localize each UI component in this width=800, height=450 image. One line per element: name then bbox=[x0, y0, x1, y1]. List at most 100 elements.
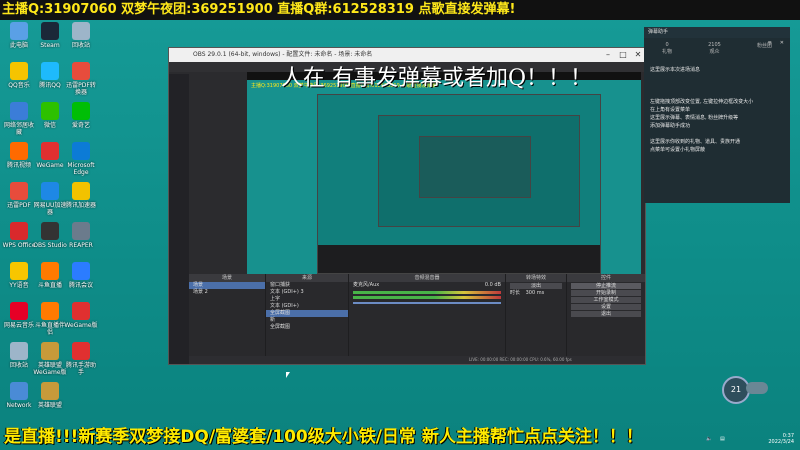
desktop-icon[interactable]: 迅雷PDF bbox=[2, 182, 36, 209]
desktop-icon[interactable]: 爱奇艺 bbox=[64, 102, 98, 129]
chat-helper[interactable]: 弹幕助手 ≡ ✕ 0 礼物 2105 观众 粉丝团 这里展示本次进场消息 左键拖拽顶… bbox=[644, 27, 790, 203]
transition-select[interactable]: 淡出 bbox=[510, 283, 562, 289]
app-icon bbox=[10, 262, 28, 280]
overlay-question: 人在 有事发弹幕或者加Q！！！ bbox=[281, 66, 593, 91]
desktop-icon-label: WPS Office bbox=[2, 242, 36, 249]
chat-message: 在上角有设置菜单 bbox=[650, 107, 691, 113]
duration-value[interactable]: 300 ms bbox=[522, 290, 545, 296]
desktop-icon[interactable]: WPS Office bbox=[2, 222, 36, 249]
desktop-icon-label: 微信 bbox=[43, 122, 56, 129]
chat-toolbar: ≡ ✕ bbox=[768, 40, 784, 46]
desktop-icon[interactable]: 腾讯加速器 bbox=[64, 182, 98, 209]
obs-window[interactable]: OBS 29.0.1 (64-bit, windows) - 配置文件: 未命名… bbox=[168, 47, 646, 365]
desktop-icon[interactable]: 回收站 bbox=[2, 342, 36, 369]
desktop-icon[interactable]: 斗鱼直播伴侣 bbox=[33, 302, 67, 336]
studio-mode-button[interactable]: 工作室模式 bbox=[571, 297, 641, 303]
mixer-channel-name: 麦克风/Aux bbox=[353, 282, 380, 288]
desktop-icon[interactable]: 微信 bbox=[33, 102, 67, 129]
desktop-icon-label: 斗鱼直播伴侣 bbox=[34, 322, 65, 336]
source-item[interactable]: 文本 (GDI+) 3 bbox=[266, 289, 348, 296]
desktop-icon-label: 腾讯视频 bbox=[6, 162, 31, 169]
start-recording-button[interactable]: 开始录制 bbox=[571, 290, 641, 296]
stop-streaming-button[interactable]: 停止推流 bbox=[571, 283, 641, 289]
controls-dock: 控件 停止推流 开始录制 工作室模式 设置 退出 bbox=[567, 274, 645, 356]
desktop-icon-label: REAPER bbox=[69, 242, 93, 249]
desktop-icon[interactable]: WeGame版 bbox=[64, 302, 98, 329]
nested-capture-1 bbox=[317, 94, 601, 274]
desktop-icon[interactable]: QQ音乐 bbox=[2, 62, 36, 89]
speaker-icon[interactable]: 🔈 bbox=[706, 436, 712, 442]
desktop-icon[interactable]: YY语音 bbox=[2, 262, 36, 289]
network-icon[interactable]: ▤ bbox=[720, 436, 725, 442]
desktop-icon-label: 网络邻居收藏 bbox=[3, 122, 34, 136]
scene-item[interactable]: 场景 2 bbox=[189, 289, 265, 296]
desktop-icon[interactable]: 斗鱼直播 bbox=[33, 262, 67, 289]
desktop-icon[interactable]: 迅雷PDF转换器 bbox=[64, 62, 98, 96]
desktop-icon[interactable]: OBS Studio bbox=[33, 222, 67, 249]
desktop-icon[interactable]: WeGame bbox=[33, 142, 67, 169]
source-item[interactable]: 全屏截图 bbox=[266, 324, 348, 331]
scene-item[interactable]: 场景 bbox=[189, 282, 265, 289]
minimize-icon[interactable]: – bbox=[601, 48, 615, 62]
source-item[interactable]: 新 bbox=[266, 317, 348, 324]
desktop-icon[interactable]: Network bbox=[2, 382, 36, 409]
volume-slider[interactable] bbox=[353, 302, 501, 304]
maximize-icon[interactable]: □ bbox=[616, 48, 630, 62]
tab-viewers[interactable]: 2105 观众 bbox=[708, 42, 721, 60]
app-icon bbox=[41, 222, 59, 240]
mixer-title: 音频混音器 bbox=[349, 274, 505, 282]
desktop-icon-label: 网易云音乐 bbox=[3, 322, 34, 329]
desktop-icon[interactable]: 英雄联盟WeGame版 bbox=[33, 342, 67, 376]
source-item[interactable]: 文本 (GDI+) bbox=[266, 303, 348, 310]
tab-label: 礼物 bbox=[662, 49, 673, 55]
desktop-icon[interactable]: 英雄联盟 bbox=[33, 382, 67, 409]
app-icon bbox=[72, 262, 90, 280]
desktop-icon[interactable]: 腾讯会议 bbox=[64, 262, 98, 289]
tab-gifts[interactable]: 0 礼物 bbox=[662, 42, 672, 60]
close-icon[interactable]: ✕ bbox=[780, 40, 784, 46]
desktop-icon[interactable]: 腾讯QQ bbox=[33, 62, 67, 89]
source-item[interactable]: 上字 bbox=[266, 296, 348, 303]
app-icon bbox=[41, 382, 59, 400]
app-icon bbox=[72, 222, 90, 240]
desktop-icon-label: 网易UU加速器 bbox=[33, 202, 67, 216]
desktop-icon[interactable]: 回收站 bbox=[64, 22, 98, 49]
exit-button[interactable]: 退出 bbox=[571, 311, 641, 317]
sources-title: 来源 bbox=[266, 274, 348, 282]
mixer-db: 0.0 dB bbox=[484, 282, 501, 288]
desktop-icon[interactable]: Steam bbox=[33, 22, 67, 49]
desktop-icon-label: 迅雷PDF bbox=[7, 202, 31, 209]
desktop-icon[interactable]: 此电脑 bbox=[2, 22, 36, 49]
menu-icon[interactable]: ≡ bbox=[768, 40, 772, 46]
scenes-title: 场景 bbox=[189, 274, 265, 282]
source-item[interactable]: 全屏截图 bbox=[266, 310, 348, 317]
desktop-icon-label: 回收站 bbox=[9, 362, 28, 369]
desktop-icon[interactable]: 腾讯视频 bbox=[2, 142, 36, 169]
desktop-icon-label: WeGame版 bbox=[64, 322, 98, 329]
source-item[interactable]: 窗口捕获 bbox=[266, 282, 348, 289]
app-icon bbox=[10, 22, 28, 40]
desktop-icon[interactable]: Microsoft Edge bbox=[64, 142, 98, 176]
transitions-title: 转场特效 bbox=[506, 274, 566, 282]
controls-title: 控件 bbox=[567, 274, 645, 282]
desktop-icon-label: Microsoft Edge bbox=[67, 162, 95, 176]
app-icon bbox=[10, 342, 28, 360]
top-banner: 主播Q:31907060 双梦午夜团:369251900 直播Q群:612528… bbox=[0, 0, 800, 20]
desktop-icon[interactable]: REAPER bbox=[64, 222, 98, 249]
desktop-icon[interactable]: 网易UU加速器 bbox=[33, 182, 67, 216]
obs-left-panel bbox=[169, 74, 189, 364]
desktop-icon[interactable]: 腾讯手游助手 bbox=[64, 342, 98, 376]
desktop-icon-label: 英雄联盟 bbox=[37, 402, 62, 409]
desktop-icon[interactable]: 网络邻居收藏 bbox=[2, 102, 36, 136]
duration-row: 时长 300 ms bbox=[506, 290, 566, 297]
sources-dock: 来源 窗口捕获 文本 (GDI+) 3 上字 文本 (GDI+) 全屏截图新全屏截图 bbox=[266, 274, 349, 356]
settings-button[interactable]: 设置 bbox=[571, 304, 641, 310]
app-icon bbox=[10, 102, 28, 120]
app-icon bbox=[72, 142, 90, 160]
close-icon[interactable]: ✕ bbox=[631, 48, 645, 62]
desktop-icon[interactable]: 网易云音乐 bbox=[2, 302, 36, 329]
nested-capture-3 bbox=[419, 136, 531, 198]
chat-message: 点菜单可设置小礼物屏蔽 bbox=[650, 147, 706, 153]
tray-clock[interactable]: 0:37 2022/3/24 bbox=[768, 433, 794, 445]
chat-message: 这里展示本次进场消息 bbox=[650, 67, 701, 73]
